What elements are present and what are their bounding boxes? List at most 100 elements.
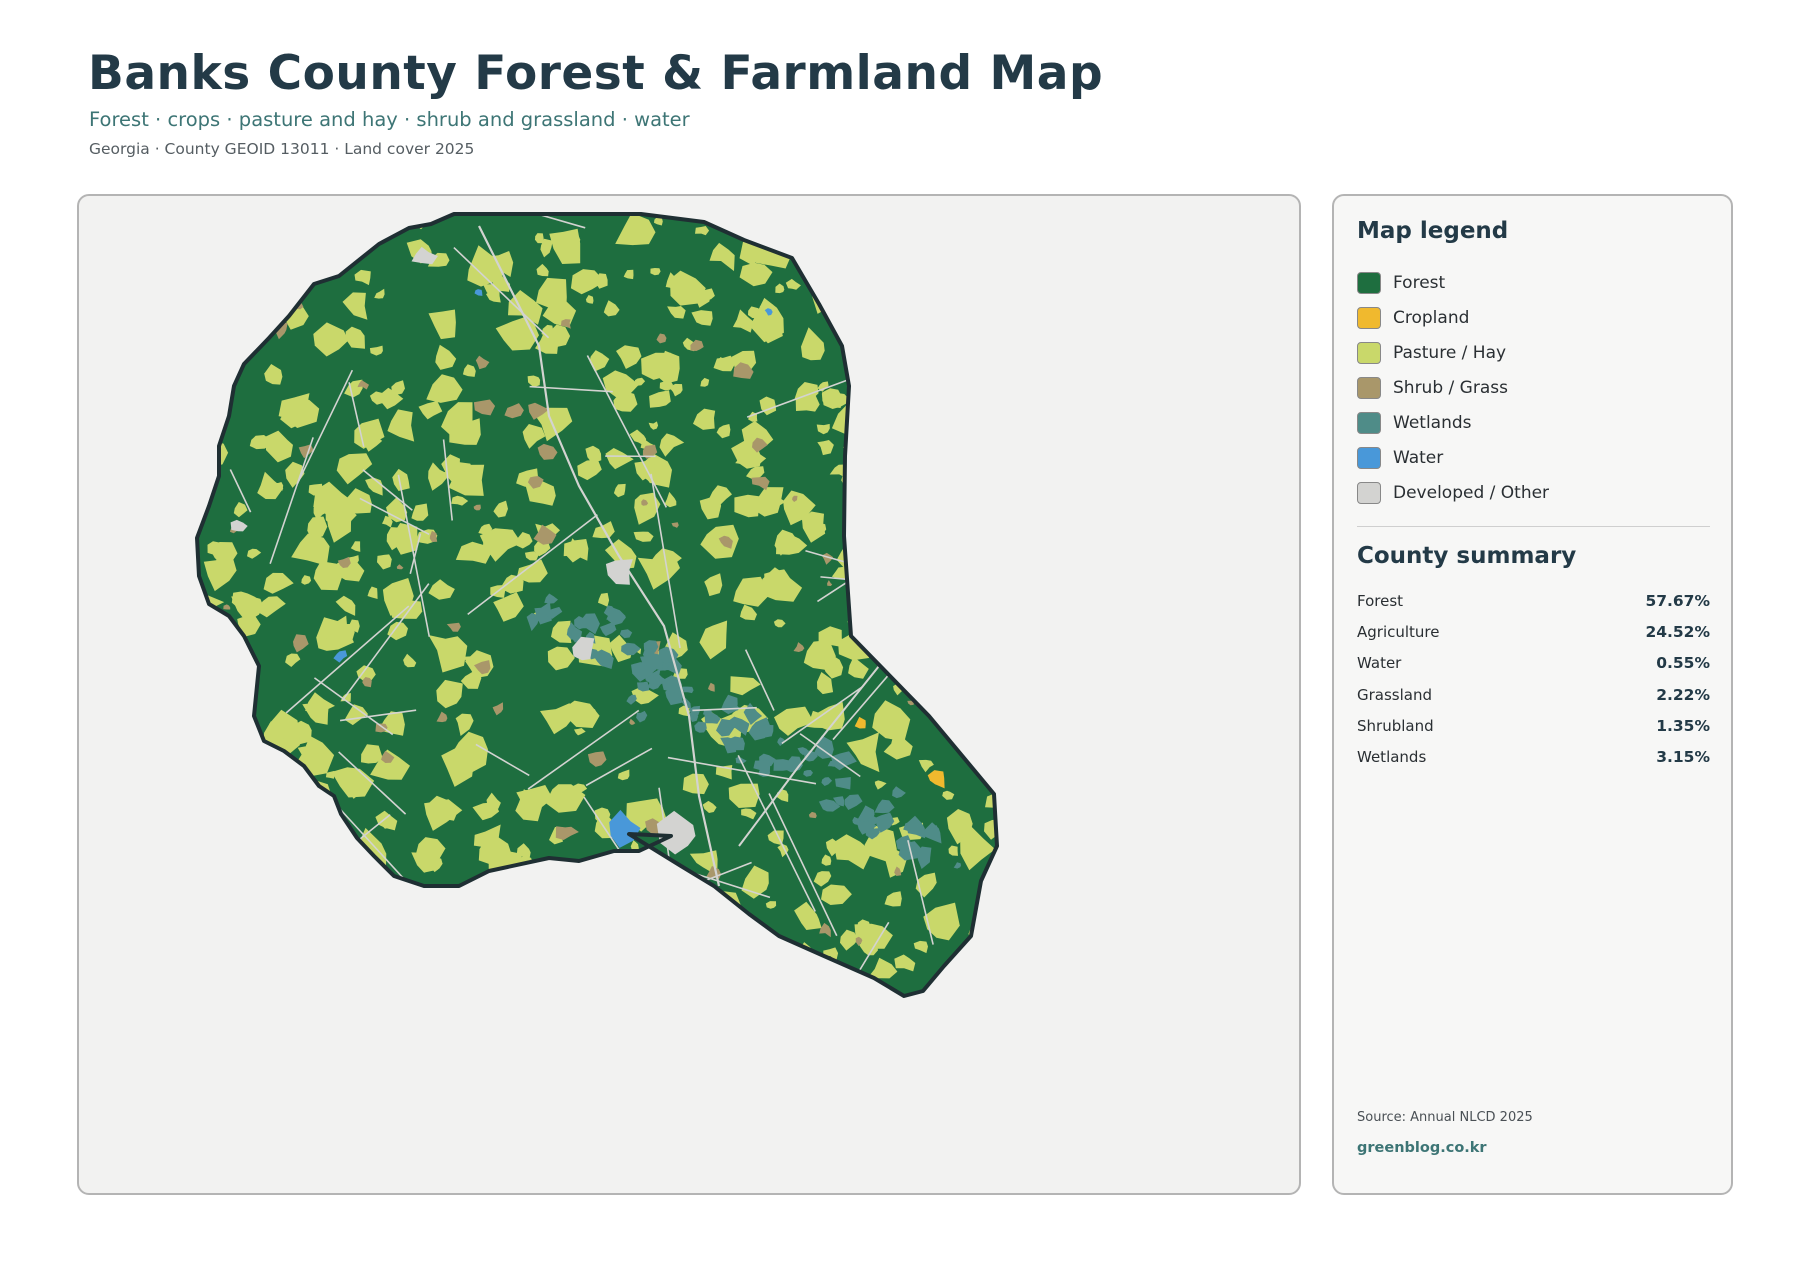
stat-value: 0.55%	[1656, 654, 1710, 673]
pasture-patch	[407, 951, 455, 996]
pasture-patch	[688, 897, 711, 921]
pasture-patch	[701, 961, 712, 973]
pasture-patch	[199, 875, 242, 903]
pasture-patch	[928, 599, 941, 614]
pasture-patch	[487, 918, 521, 956]
pasture-patch	[984, 744, 997, 771]
source-note: Source: Annual NLCD 2025	[1357, 1110, 1533, 1125]
wetland-patch	[682, 686, 694, 694]
pasture-patch	[197, 691, 219, 713]
page-subtitle: Forest · crops · pasture and hay · shrub…	[89, 108, 690, 131]
pasture-patch	[199, 671, 217, 689]
pasture-patch	[277, 967, 303, 989]
road-segment	[873, 537, 949, 674]
pasture-patch	[284, 928, 299, 939]
pasture-patch	[626, 981, 638, 989]
pasture-patch	[914, 252, 933, 267]
pasture-patch	[878, 586, 902, 607]
shrub-patch	[348, 864, 360, 876]
legend-item-cropland: Cropland	[1357, 300, 1549, 335]
shrub-patch	[691, 887, 708, 902]
pasture-patch	[450, 961, 476, 985]
pasture-patch	[617, 906, 630, 913]
stat-name: Water	[1357, 654, 1402, 673]
pasture-patch	[861, 391, 876, 404]
stat-row-agriculture: Agriculture 24.52%	[1357, 616, 1710, 647]
pasture-patch	[502, 903, 513, 915]
pasture-patch	[238, 970, 257, 984]
road-segment	[229, 829, 251, 877]
pasture-patch	[482, 932, 513, 962]
shrub-patch	[262, 760, 282, 773]
pasture-patch	[212, 415, 222, 428]
pasture-patch	[915, 673, 949, 698]
pasture-patch	[954, 308, 964, 317]
road-segment	[197, 789, 231, 832]
pasture-patch	[208, 222, 219, 236]
pasture-patch	[847, 518, 861, 530]
pasture-patch	[292, 939, 309, 954]
pasture-patch	[200, 827, 234, 854]
pasture-patch	[420, 920, 442, 946]
pasture-patch	[628, 981, 637, 991]
pasture-patch	[220, 772, 245, 794]
pasture-patch	[918, 470, 953, 490]
pasture-patch	[516, 901, 547, 935]
legend-item-pasture: Pasture / Hay	[1357, 335, 1549, 370]
stat-value: 57.67%	[1645, 591, 1710, 610]
pasture-patch	[614, 922, 633, 943]
summary-heading: County summary	[1357, 543, 1577, 569]
stat-value: 2.22%	[1656, 685, 1710, 704]
pasture-patch	[197, 907, 214, 933]
pasture-patch	[892, 466, 910, 485]
pasture-patch	[983, 886, 997, 906]
pasture-patch	[944, 966, 961, 981]
pasture-patch	[198, 816, 222, 837]
stat-value: 1.35%	[1656, 716, 1710, 735]
pasture-patch	[211, 878, 223, 886]
legend-divider	[1357, 526, 1710, 527]
pasture-patch	[874, 350, 895, 369]
pasture-patch	[202, 822, 234, 849]
pasture-patch	[280, 952, 289, 962]
road-segment	[290, 895, 408, 963]
pasture-patch	[954, 294, 981, 313]
map-panel[interactable]: N	[77, 194, 1301, 1195]
pasture-patch	[930, 515, 948, 536]
pasture-patch	[807, 245, 845, 274]
pasture-patch	[637, 976, 661, 996]
legend-swatch	[1357, 446, 1381, 469]
legend-item-developed: Developed / Other	[1357, 475, 1549, 510]
legend-swatch	[1357, 306, 1381, 329]
pasture-patch	[966, 616, 988, 634]
pasture-patch	[226, 806, 245, 820]
county-map[interactable]	[79, 196, 1301, 1195]
pasture-patch	[695, 931, 727, 959]
site-link[interactable]: greenblog.co.kr	[1357, 1140, 1487, 1156]
pasture-patch	[896, 214, 923, 242]
pasture-patch	[212, 247, 230, 269]
legend-heading: Map legend	[1357, 218, 1509, 244]
pasture-patch	[284, 254, 300, 270]
shrub-patch	[530, 902, 538, 912]
stat-name: Wetlands	[1357, 748, 1427, 767]
pasture-patch	[869, 435, 896, 466]
pasture-patch	[210, 373, 225, 383]
pasture-patch	[990, 695, 997, 708]
pasture-patch	[327, 884, 359, 908]
pasture-patch	[857, 240, 875, 264]
legend-label: Pasture / Hay	[1393, 342, 1507, 363]
pasture-patch	[909, 425, 935, 451]
pasture-patch	[471, 937, 485, 957]
pasture-patch	[352, 941, 389, 965]
stat-value: 24.52%	[1645, 622, 1710, 641]
shrub-patch	[884, 443, 903, 458]
pasture-patch	[197, 894, 242, 927]
road-segment	[958, 214, 964, 259]
shrub-patch	[854, 522, 870, 540]
stat-name: Agriculture	[1357, 622, 1440, 641]
pasture-patch	[325, 952, 360, 976]
shrub-patch	[903, 629, 914, 645]
pasture-patch	[285, 923, 312, 954]
pasture-patch	[353, 962, 381, 987]
